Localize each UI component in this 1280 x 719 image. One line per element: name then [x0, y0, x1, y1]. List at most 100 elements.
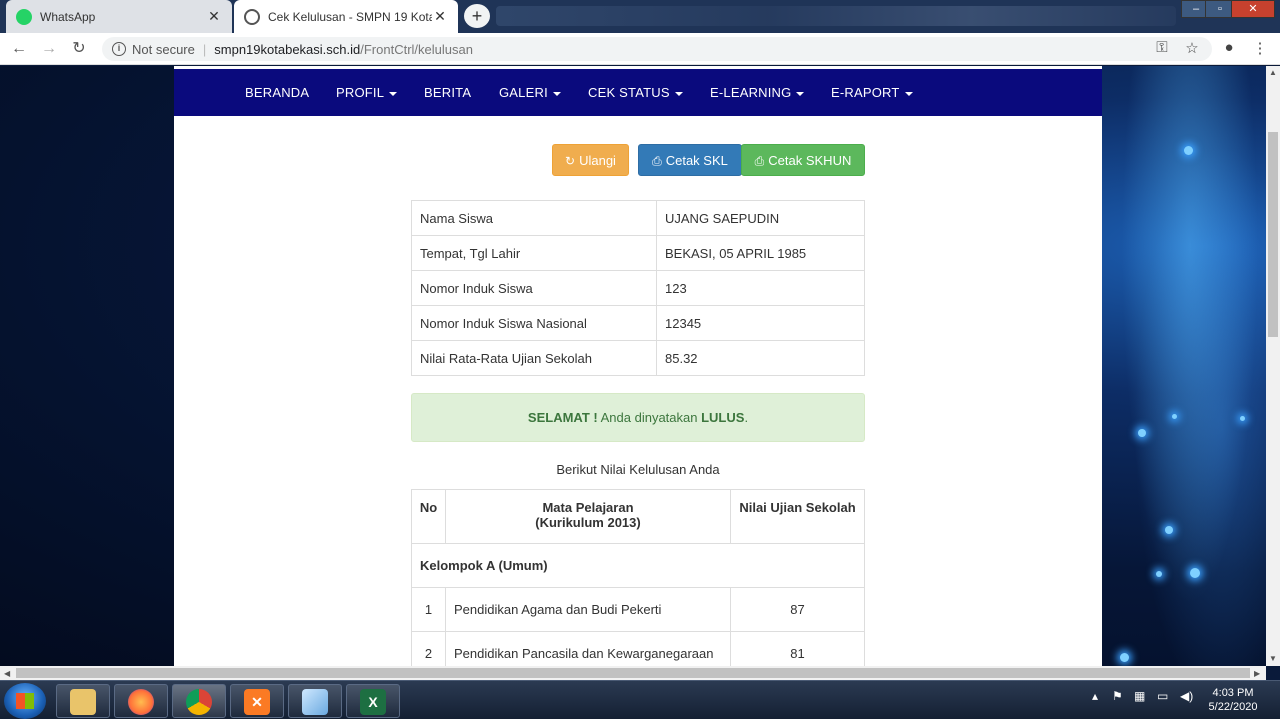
caret-down-icon: [674, 91, 683, 96]
scroll-down-icon[interactable]: ▼: [1269, 654, 1277, 663]
excel-icon: X: [360, 689, 386, 715]
display-icon[interactable]: ▭: [1157, 689, 1168, 703]
nav-e-raport[interactable]: E-RAPORT: [831, 69, 913, 116]
result-alert: SELAMAT ! Anda dinyatakan LULUS.: [411, 393, 865, 442]
tab-title: Cek Kelulusan - SMPN 19 Kota Be: [268, 9, 432, 24]
background-light: [1190, 568, 1200, 578]
horizontal-scrollbar[interactable]: ◀ ▶: [0, 666, 1266, 680]
refresh-icon: ↻: [565, 154, 576, 168]
group-row: Kelompok A (Umum): [411, 543, 865, 588]
separator: |: [202, 41, 207, 57]
vertical-scroll-thumb[interactable]: [1268, 132, 1278, 337]
scroll-right-icon[interactable]: ▶: [1254, 669, 1260, 678]
back-arrow-icon[interactable]: ←: [8, 39, 30, 59]
browser-toolbar: ← → ↻ i Not secure | smpn19kotabekasi.sc…: [0, 33, 1280, 65]
new-tab-button[interactable]: +: [464, 4, 490, 28]
background-light: [1138, 429, 1146, 437]
table-row: Nomor Induk Siswa 123: [411, 270, 865, 306]
taskbar-xampp[interactable]: ✕: [230, 684, 284, 718]
table-row: Nama Siswa UJANG SAEPUDIN: [411, 200, 865, 236]
grades-table: No Mata Pelajaran (Kurikulum 2013) Nilai …: [411, 489, 865, 666]
reset-button[interactable]: ↻ Ulangi: [552, 144, 629, 176]
network-icon[interactable]: ▦: [1134, 689, 1145, 703]
nav-galeri[interactable]: GALERI: [499, 69, 561, 116]
security-label: Not secure: [132, 41, 195, 57]
tab-cek-kelulusan[interactable]: Cek Kelulusan - SMPN 19 Kota Be ✕: [234, 0, 458, 33]
print-skhun-button[interactable]: ⎙ Cetak SKHUN: [741, 144, 865, 176]
nav-beranda[interactable]: BERANDA: [245, 69, 309, 116]
show-hidden-icons[interactable]: ▴: [1092, 689, 1098, 703]
whatsapp-icon: [16, 8, 32, 25]
taskbar-explorer[interactable]: [56, 684, 110, 718]
main-navbar: BERANDA PROFIL BERITA GALERI CEK STATUS …: [174, 69, 1102, 116]
caret-down-icon: [552, 91, 561, 96]
volume-icon[interactable]: ◀): [1180, 689, 1193, 703]
nav-profil[interactable]: PROFIL: [336, 69, 398, 116]
page-viewport: BERANDA PROFIL BERITA GALERI CEK STATUS …: [0, 66, 1266, 666]
close-window-button[interactable]: ✕: [1231, 0, 1275, 18]
scroll-up-icon[interactable]: ▲: [1269, 68, 1277, 77]
address-bar[interactable]: i Not secure | smpn19kotabekasi.sch.id/F…: [102, 37, 1212, 61]
scroll-left-icon[interactable]: ◀: [4, 669, 10, 678]
nav-berita[interactable]: BERITA: [424, 69, 471, 116]
background-light: [1240, 416, 1245, 421]
key-icon[interactable]: ⚿: [1152, 39, 1172, 56]
taskbar-chrome[interactable]: [172, 684, 226, 718]
background-light: [1172, 414, 1177, 419]
action-center-icon[interactable]: ⚑: [1112, 689, 1123, 703]
caret-down-icon: [796, 91, 805, 96]
chrome-icon: [186, 689, 212, 715]
table-row: 2 Pendidikan Pancasila dan Kewarganegara…: [411, 631, 865, 666]
tab-title: WhatsApp: [40, 9, 96, 24]
print-icon: ⎙: [652, 154, 662, 168]
background-light: [1156, 571, 1162, 577]
table-row: Tempat, Tgl Lahir BEKASI, 05 APRIL 1985: [411, 235, 865, 271]
system-clock[interactable]: 4:03 PM 5/22/2020: [1200, 686, 1266, 714]
taskbar-notepad[interactable]: [288, 684, 342, 718]
star-icon[interactable]: ☆: [1182, 39, 1202, 57]
start-button[interactable]: [4, 683, 46, 719]
background-decoration: [1110, 66, 1266, 666]
account-icon[interactable]: ●: [1219, 39, 1239, 56]
background-tabs: [496, 6, 1176, 26]
table-row: Nilai Rata-Rata Ujian Sekolah 85.32: [411, 340, 865, 376]
info-icon[interactable]: i: [112, 42, 126, 56]
close-tab-icon[interactable]: ✕: [432, 8, 448, 25]
globe-icon: [244, 8, 260, 25]
windows-logo-icon: [16, 693, 34, 709]
tab-whatsapp[interactable]: WhatsApp ✕: [6, 0, 232, 33]
vertical-scrollbar[interactable]: ▲ ▼: [1266, 66, 1280, 666]
background-light: [1165, 526, 1173, 534]
notepad-icon: [302, 689, 328, 715]
xampp-icon: ✕: [244, 689, 270, 715]
background-light: [1184, 146, 1193, 155]
menu-icon[interactable]: ⋮: [1250, 39, 1270, 57]
folder-icon: [70, 689, 96, 715]
browser-tab-strip: WhatsApp ✕ Cek Kelulusan - SMPN 19 Kota …: [0, 0, 1280, 33]
close-tab-icon[interactable]: ✕: [206, 8, 222, 25]
page-container: BERANDA PROFIL BERITA GALERI CEK STATUS …: [174, 66, 1102, 666]
print-icon: ⎙: [754, 154, 765, 168]
taskbar-excel[interactable]: X: [346, 684, 400, 718]
header-subject: Mata Pelajaran (Kurikulum 2013): [445, 489, 731, 544]
header-score: Nilai Ujian Sekolah: [730, 489, 865, 544]
reload-icon[interactable]: ↻: [68, 39, 90, 59]
url-text: smpn19kotabekasi.sch.id/FrontCtrl/kelulu…: [214, 41, 473, 57]
taskbar-firefox[interactable]: [114, 684, 168, 718]
caret-down-icon: [389, 91, 398, 96]
student-info-table: Nama Siswa UJANG SAEPUDIN Tempat, Tgl Lah…: [411, 200, 865, 376]
table-header-row: No Mata Pelajaran (Kurikulum 2013) Nilai …: [411, 489, 865, 544]
print-skl-button[interactable]: ⎙ Cetak SKL: [638, 144, 742, 176]
nav-cek-status[interactable]: CEK STATUS: [588, 69, 683, 116]
table-row: Nomor Induk Siswa Nasional 12345: [411, 305, 865, 341]
caret-down-icon: [904, 91, 913, 96]
background-light: [1120, 653, 1129, 662]
forward-arrow-icon[interactable]: →: [38, 39, 60, 59]
horizontal-scroll-thumb[interactable]: [16, 668, 1250, 678]
firefox-icon: [128, 689, 154, 715]
table-row: 1 Pendidikan Agama dan Budi Pekerti 87: [411, 587, 865, 632]
nav-e-learning[interactable]: E-LEARNING: [710, 69, 805, 116]
windows-taskbar: ✕ X ▴ ⚑ ▦ ▭ ◀) 4:03 PM 5/22/2020: [0, 680, 1280, 719]
header-no: No: [411, 489, 446, 544]
grades-caption: Berikut Nilai Kelulusan Anda: [556, 462, 720, 477]
